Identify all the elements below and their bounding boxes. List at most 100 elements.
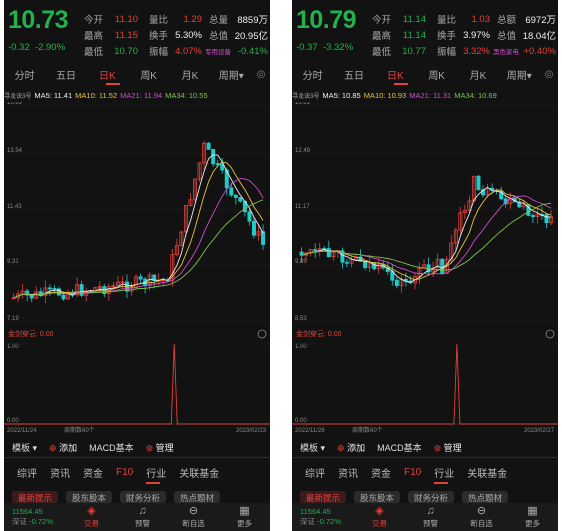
indicator-chart[interactable]: 金剑穿云: 0.00 1.00 0.00 2022/11/28 周期数60个 2023/0… <box>292 326 558 434</box>
divider <box>4 457 270 458</box>
tab-industry[interactable]: 行业 <box>434 465 454 480</box>
tab-industry[interactable]: 行业 <box>146 465 166 480</box>
sector-label[interactable]: 黑色家电 <box>493 46 519 56</box>
date-start: 2022/11/24 <box>7 428 37 434</box>
candle-body <box>247 211 252 222</box>
tab-related-funds[interactable]: 关联基金 <box>467 465 507 480</box>
price-change: -0.37 -3.32% <box>296 42 354 53</box>
y-tick-label: 11.17 <box>295 204 310 210</box>
y-tick-label: 11.43 <box>7 204 22 210</box>
tab-minute[interactable]: 分时 <box>292 67 333 82</box>
settings-icon[interactable]: ◎ <box>252 69 270 80</box>
stat-row: 最低 10.70 振幅 4.07% 专用设备 -0.41% <box>84 45 268 59</box>
tab-related-funds[interactable]: 关联基金 <box>179 465 219 480</box>
f10-subtabs: 最新提示 股东股本 财务分析 热点题材 <box>292 491 558 503</box>
subtab-hot-topics[interactable]: 热点题材 <box>462 491 509 503</box>
stat-row: 最高 11.15 换手 5.30% 总值 20.95亿 <box>84 29 268 43</box>
candle-body <box>440 258 445 274</box>
macd-button[interactable]: MACD基本 <box>377 441 422 454</box>
candle-body <box>530 214 535 218</box>
settings-icon[interactable]: ◎ <box>540 69 558 80</box>
indicator-label: 金剑穿云: 0.00 <box>8 329 54 338</box>
period-tabs: 分时 五日 日K 周K 月K 周期▾ ◎ <box>4 64 270 84</box>
period-label: 周期数60个 <box>352 426 383 434</box>
candle-body <box>363 261 368 268</box>
subtab-finance[interactable]: 财务分析 <box>408 491 455 503</box>
tab-monthly-k[interactable]: 月K <box>169 67 210 82</box>
minus-circle-icon: ⊖ <box>188 505 199 517</box>
tab-period-dropdown[interactable]: 周期▾ <box>211 67 252 82</box>
nav-trade[interactable]: ◈ 交易 <box>66 505 117 529</box>
y-tick-label: 15.89 <box>7 102 23 106</box>
subtab-hot-topics[interactable]: 热点题材 <box>174 491 221 503</box>
nav-more[interactable]: ▦ 更多 <box>507 505 558 529</box>
indicator-toolbar: 模板 ▾ ⊕ 添加 MACD基本 ⊛ 管理 <box>4 438 270 456</box>
f10-subtabs: 最新提示 股东股本 财务分析 热点题材 <box>4 491 270 503</box>
tab-news[interactable]: 资讯 <box>50 465 70 480</box>
subtab-latest[interactable]: 最新提示 <box>300 491 347 503</box>
tab-summary[interactable]: 综评 <box>17 465 37 480</box>
indicator-label: 金剑穿云: 0.00 <box>296 329 342 338</box>
candle-body <box>211 149 216 165</box>
subtab-finance[interactable]: 财务分析 <box>120 491 167 503</box>
candle-body <box>52 288 57 290</box>
grid-icon: ▦ <box>239 505 250 517</box>
tab-f10[interactable]: F10 <box>404 467 421 478</box>
candle-body <box>138 276 143 280</box>
sub-tick-label: 0.00 <box>7 418 19 424</box>
candlestick-chart[interactable]: 15.89 13.54 11.43 9.31 7.19 <box>4 102 270 342</box>
nav-alert[interactable]: ♫ 预警 <box>405 505 456 529</box>
trade-icon: ◈ <box>87 505 96 517</box>
sector-label[interactable]: 专用设备 <box>205 46 231 56</box>
indicator-toolbar: 模板 ▾ ⊕ 添加 MACD基本 ⊛ 管理 <box>292 438 558 456</box>
f10-tabs: 综评 资讯 资金 F10 行业 关联基金 <box>292 462 558 482</box>
tab-5day[interactable]: 五日 <box>45 67 86 82</box>
subtab-shareholders[interactable]: 股东股本 <box>66 491 113 503</box>
candle-body <box>229 187 234 196</box>
y-tick-label: 9.31 <box>7 259 19 265</box>
tab-minute[interactable]: 分时 <box>4 67 45 82</box>
ma-legend: 寻龙诀3号 MA5: 11.41 MA10: 11.52 MA21: 11.94… <box>4 90 208 100</box>
tab-funds[interactable]: 资金 <box>371 465 391 480</box>
f10-underline <box>434 482 448 484</box>
tab-weekly-k[interactable]: 周K <box>416 67 457 82</box>
tab-weekly-k[interactable]: 周K <box>128 67 169 82</box>
subtab-shareholders[interactable]: 股东股本 <box>354 491 401 503</box>
add-button[interactable]: ⊕ 添加 <box>337 441 365 454</box>
nav-watchlist[interactable]: ⊖ 断自选 <box>456 505 507 529</box>
ma-line <box>13 199 264 299</box>
subtab-latest[interactable]: 最新提示 <box>12 491 59 503</box>
ma-line <box>301 195 552 275</box>
candlestick-chart[interactable]: 13.81 12.49 11.17 9.85 8.53 <box>292 102 558 342</box>
nav-more[interactable]: ▦ 更多 <box>219 505 270 529</box>
sub-tick-label: 1.00 <box>7 344 19 350</box>
tab-summary[interactable]: 综评 <box>305 465 325 480</box>
ma-legend: 寻龙诀3号 MA5: 10.85 MA10: 10.93 MA21: 11.31… <box>292 90 497 100</box>
nav-watchlist[interactable]: ⊖ 断自选 <box>168 505 219 529</box>
add-button[interactable]: ⊕ 添加 <box>49 441 77 454</box>
tab-news[interactable]: 资讯 <box>338 465 358 480</box>
bottom-nav: 11564.45 深证 -0.72% ◈ 交易 ♫ 预警 ⊖ 断自选 ▦ 更多 <box>4 503 270 531</box>
nav-trade[interactable]: ◈ 交易 <box>354 505 405 529</box>
tab-daily-k[interactable]: 日K <box>375 67 416 82</box>
template-dropdown[interactable]: 模板 ▾ <box>300 441 325 454</box>
macd-button[interactable]: MACD基本 <box>89 441 134 454</box>
bottom-nav: 11564.45 深证 -0.72% ◈ 交易 ♫ 预警 ⊖ 断自选 ▦ 更多 <box>292 503 558 531</box>
y-tick-label: 9.85 <box>295 259 307 265</box>
indicator-chart[interactable]: 金剑穿云: 0.00 1.00 0.00 2022/11/24 周期数60个 2023/0… <box>4 326 270 434</box>
candle-body <box>313 249 318 252</box>
tab-5day[interactable]: 五日 <box>333 67 374 82</box>
index-ticker[interactable]: 11564.45 深证 -0.72% <box>4 507 66 527</box>
manage-button[interactable]: ⊛ 管理 <box>434 441 462 454</box>
index-ticker[interactable]: 11564.45 深证 -0.72% <box>292 507 354 527</box>
tab-daily-k[interactable]: 日K <box>87 67 128 82</box>
tab-f10[interactable]: F10 <box>116 467 133 478</box>
template-dropdown[interactable]: 模板 ▾ <box>12 441 37 454</box>
minus-circle-icon: ⊖ <box>476 505 487 517</box>
trade-icon: ◈ <box>375 505 384 517</box>
manage-button[interactable]: ⊛ 管理 <box>146 441 174 454</box>
nav-alert[interactable]: ♫ 预警 <box>117 505 168 529</box>
tab-monthly-k[interactable]: 月K <box>457 67 498 82</box>
tab-funds[interactable]: 资金 <box>83 465 103 480</box>
tab-period-dropdown[interactable]: 周期▾ <box>499 67 540 82</box>
